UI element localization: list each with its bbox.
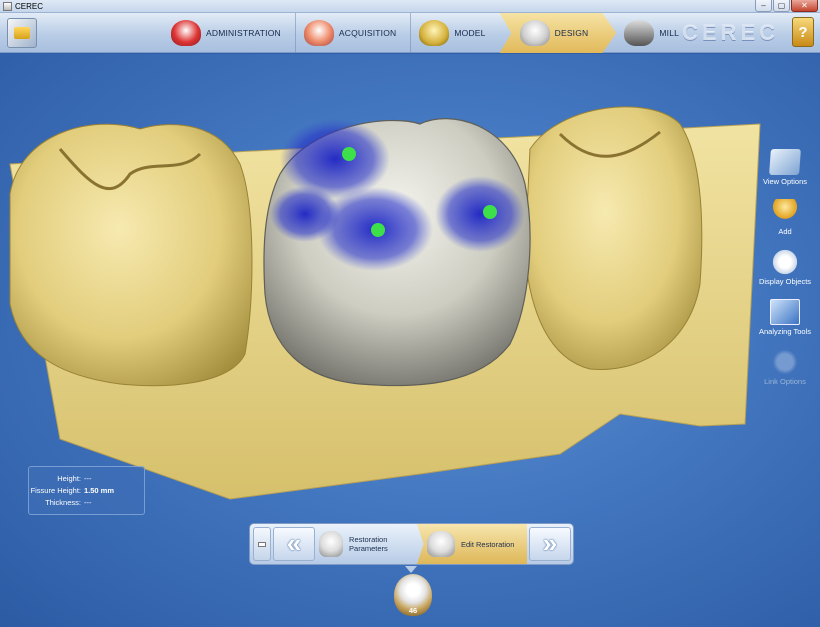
left-tooth <box>9 123 253 387</box>
fissure-height-row: Fissure Height: 1.50 mm <box>29 484 144 496</box>
tooth-icon <box>319 531 344 557</box>
link-options-label: Link Options <box>764 377 806 386</box>
height-value: --- <box>84 473 92 483</box>
acquisition-icon <box>303 20 334 46</box>
step-administration[interactable]: ADMINISTRATION <box>163 13 295 53</box>
view-options-label: View Options <box>762 177 808 186</box>
design-icon <box>519 20 550 46</box>
view-options-button[interactable]: View Options <box>756 149 814 186</box>
restoration-parameters-label: Restoration Parameters <box>349 535 388 553</box>
model-icon <box>419 20 450 46</box>
step-mill-label: MILL <box>659 28 680 38</box>
window-controls: – ▢ ✕ <box>755 0 818 12</box>
step-acquisition[interactable]: ACQUISITION <box>296 13 410 53</box>
analyzing-tools-button[interactable]: Analyzing Tools <box>756 299 814 336</box>
step-design-label: DESIGN <box>554 28 589 38</box>
window-title: CEREC <box>15 1 44 11</box>
display-objects-button[interactable]: Display Objects <box>756 249 814 286</box>
step-acquisition-label: ACQUISITION <box>338 28 397 38</box>
window-titlebar: CEREC – ▢ ✕ <box>0 0 820 13</box>
help-button[interactable]: ? <box>792 17 814 47</box>
view-options-icon <box>769 149 801 175</box>
step-design[interactable]: DESIGN <box>499 13 617 53</box>
tooth-edit-icon <box>427 531 455 557</box>
workflow-steps: ADMINISTRATION ACQUISITION MODEL DESIGN … <box>163 13 693 53</box>
contact-point <box>483 205 497 219</box>
next-step-button[interactable]: » <box>529 527 571 561</box>
height-row: Height: --- <box>29 472 144 484</box>
contact-point <box>342 147 356 161</box>
add-label: Add <box>778 227 792 236</box>
display-objects-icon <box>770 249 800 275</box>
contact-area <box>435 176 525 252</box>
restoration-parameters-step[interactable]: Restoration Parameters <box>315 525 417 563</box>
add-icon <box>770 199 800 225</box>
step-model-label: MODEL <box>454 28 486 38</box>
fissure-height-label: Fissure Height: <box>30 485 81 495</box>
step-administration-label: ADMINISTRATION <box>206 28 281 38</box>
maximize-button[interactable]: ▢ <box>773 0 790 12</box>
right-toolbar: View Options Add Display Objects Analyzi… <box>756 149 814 399</box>
app-icon <box>3 1 12 11</box>
thickness-label: Thickness: <box>45 497 81 507</box>
right-tooth <box>524 106 703 371</box>
display-objects-label: Display Objects <box>758 277 812 286</box>
mill-icon <box>624 20 655 46</box>
thickness-row: Thickness: --- <box>29 496 144 508</box>
cerec-logo: CEREC <box>682 20 780 45</box>
administration-icon <box>171 20 201 46</box>
design-step-bar: « Restoration Parameters Edit Restoratio… <box>249 523 574 565</box>
badge-pointer <box>405 566 417 573</box>
close-button[interactable]: ✕ <box>791 0 818 12</box>
fissure-height-value: 1.50 mm <box>84 485 115 495</box>
edit-restoration-step[interactable]: Edit Restoration <box>417 524 527 564</box>
height-label: Height: <box>57 473 81 483</box>
workflow-bar: ADMINISTRATION ACQUISITION MODEL DESIGN … <box>0 13 820 53</box>
edit-restoration-label: Edit Restoration <box>461 539 515 549</box>
collapse-toggle[interactable] <box>253 527 271 561</box>
link-options-icon <box>770 349 800 375</box>
analyzing-tools-label: Analyzing Tools <box>759 327 811 336</box>
measurement-info-panel: Height: --- Fissure Height: 1.50 mm Thic… <box>28 466 145 515</box>
add-button[interactable]: Add <box>756 199 814 236</box>
minimize-button[interactable]: – <box>755 0 772 12</box>
system-menu-icon[interactable] <box>7 18 37 48</box>
previous-step-button[interactable]: « <box>273 527 315 561</box>
thickness-value: --- <box>84 497 92 507</box>
contact-point <box>371 223 385 237</box>
analyzing-tools-icon <box>770 299 800 325</box>
tooth-number: 46 <box>408 606 418 615</box>
step-model[interactable]: MODEL <box>411 13 499 53</box>
tooth-number-badge[interactable]: 46 <box>394 574 432 616</box>
window-icon <box>258 541 266 547</box>
3d-viewport[interactable]: View Options Add Display Objects Analyzi… <box>0 54 820 627</box>
link-options-button: Link Options <box>756 349 814 386</box>
